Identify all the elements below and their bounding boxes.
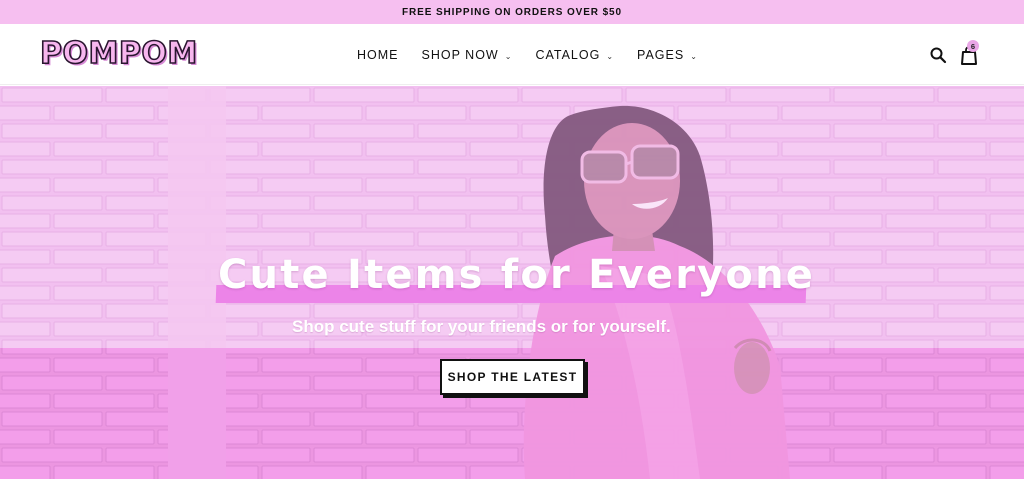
nav-item-label: PAGES bbox=[637, 48, 685, 62]
announcement-bar: FREE SHIPPING ON ORDERS OVER $50 bbox=[0, 0, 1024, 24]
main-nav: HOME SHOP NOW ⌄ CATALOG ⌄ PAGES ⌄ bbox=[357, 46, 721, 64]
announcement-text: FREE SHIPPING ON ORDERS OVER $50 bbox=[402, 6, 622, 18]
nav-item-label: HOME bbox=[357, 48, 399, 62]
search-icon bbox=[930, 47, 947, 64]
hero-subtitle: Shop cute stuff for your friends or for … bbox=[292, 317, 671, 336]
logo[interactable]: POMPOM bbox=[39, 36, 198, 72]
chevron-down-icon: ⌄ bbox=[690, 51, 698, 61]
nav-item-pages[interactable]: PAGES ⌄ bbox=[637, 48, 698, 62]
hero-banner: Cute Items for Everyone Shop cute stuff … bbox=[0, 86, 1024, 479]
nav-item-label: SHOP NOW bbox=[421, 48, 499, 62]
site-header: POMPOM HOME SHOP NOW ⌄ CATALOG ⌄ PAGES ⌄… bbox=[0, 24, 1024, 85]
cart-count-badge: 6 bbox=[967, 40, 979, 52]
chevron-down-icon: ⌄ bbox=[606, 51, 615, 61]
shop-the-latest-button[interactable]: SHOP THE LATEST bbox=[440, 359, 585, 395]
search-button[interactable] bbox=[929, 46, 947, 64]
nav-item-home[interactable]: HOME bbox=[357, 48, 399, 62]
nav-item-catalog[interactable]: CATALOG ⌄ bbox=[535, 48, 614, 62]
nav-item-label: CATALOG bbox=[535, 48, 601, 62]
nav-item-shop-now[interactable]: SHOP NOW ⌄ bbox=[422, 48, 513, 62]
chevron-down-icon: ⌄ bbox=[504, 51, 513, 61]
hero-title: Cute Items for Everyone bbox=[218, 252, 816, 298]
